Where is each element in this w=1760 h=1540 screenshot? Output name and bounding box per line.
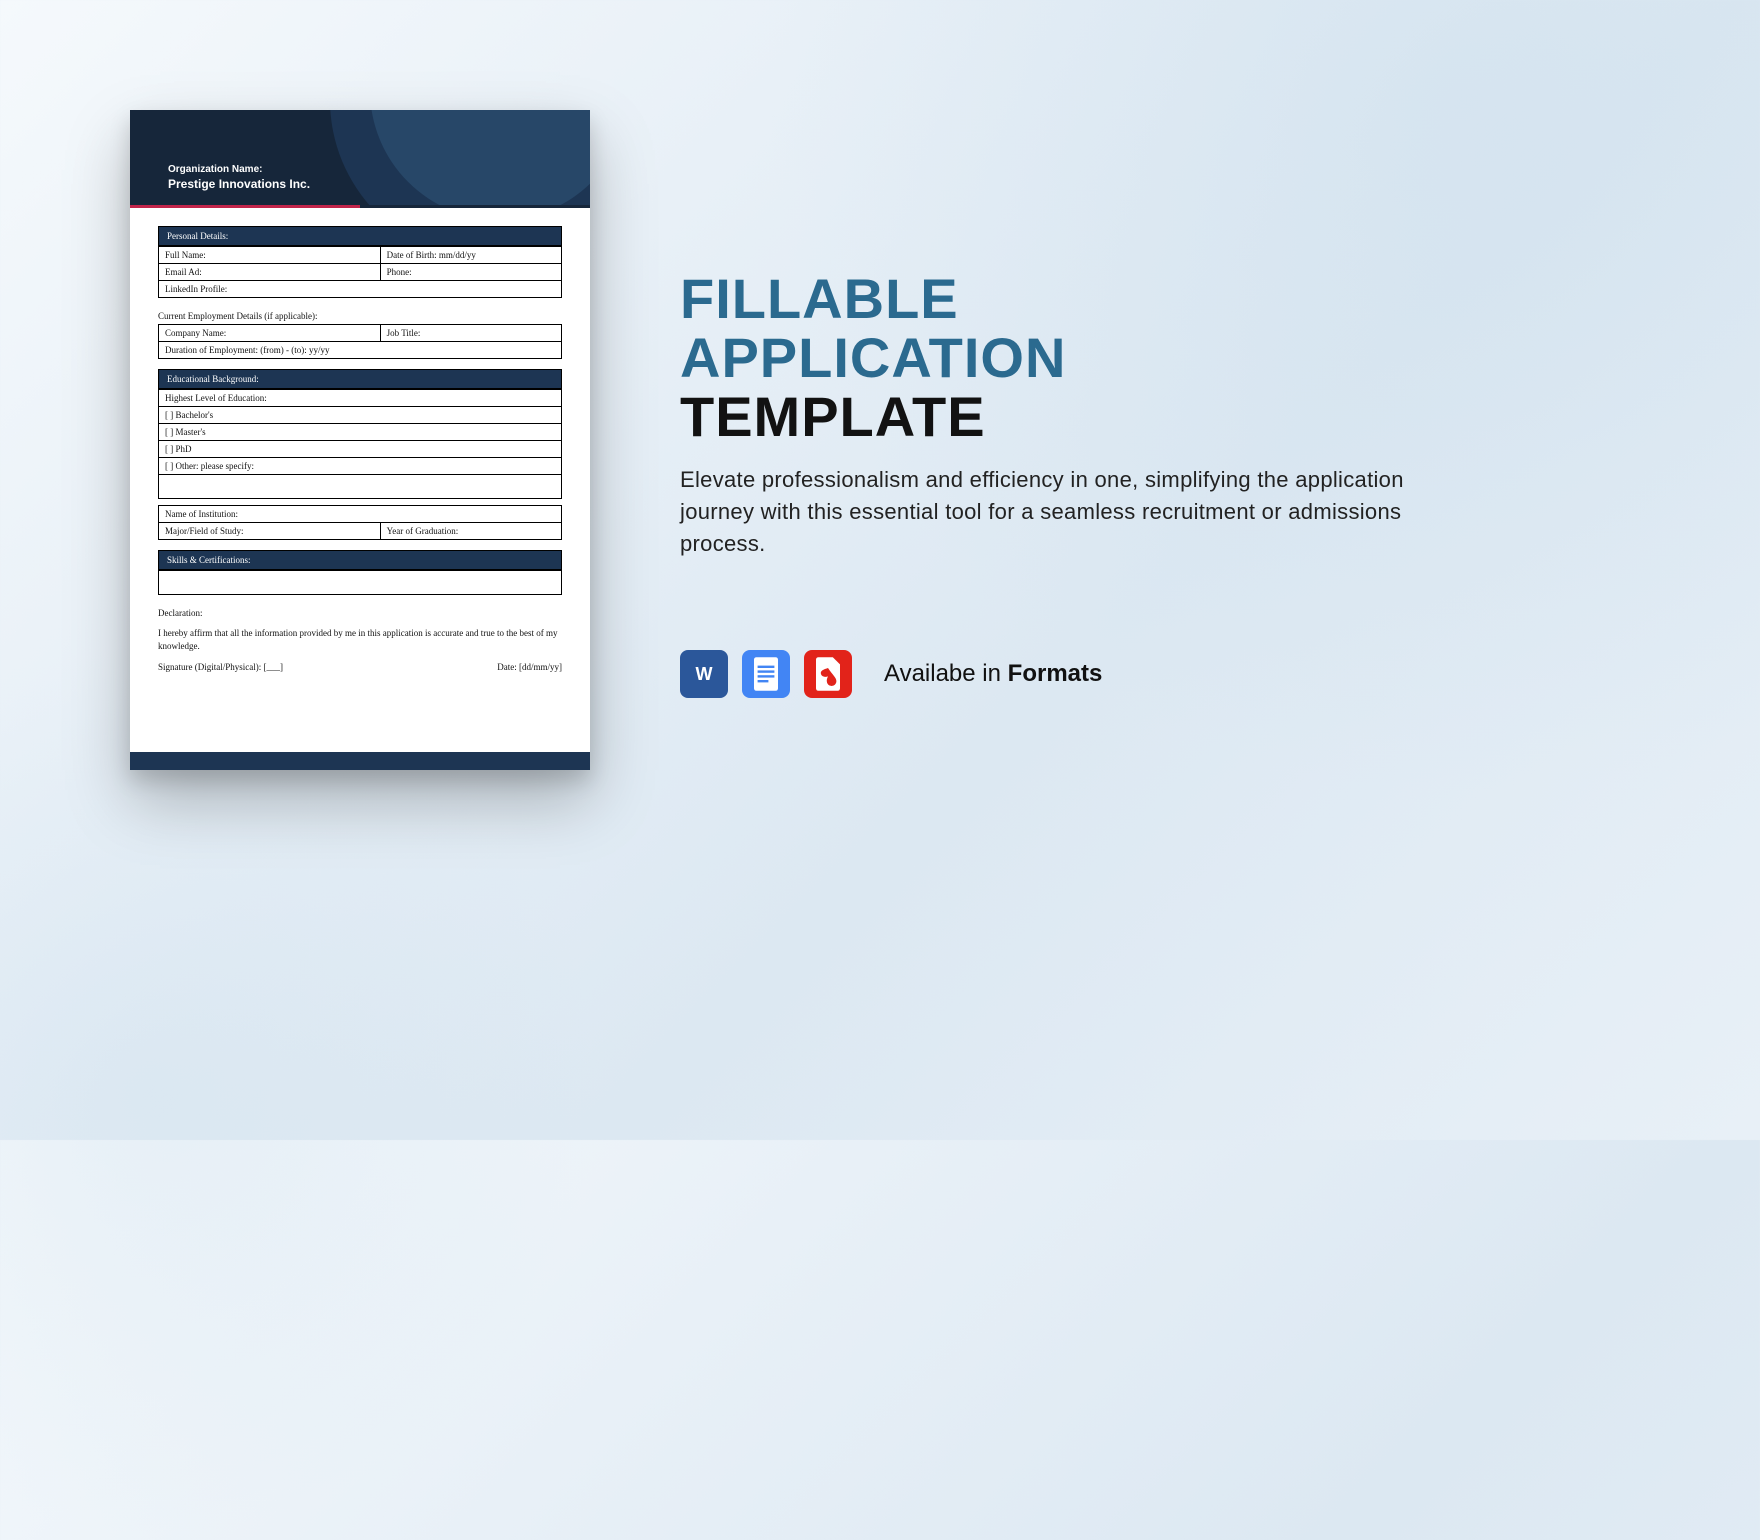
field-linkedin: LinkedIn Profile: <box>159 281 562 298</box>
employment-intro: Current Employment Details (if applicabl… <box>158 308 562 324</box>
field-full-name: Full Name: <box>159 247 381 264</box>
edu-blank-row <box>159 475 562 499</box>
section-header-skills: Skills & Certifications: <box>158 550 562 570</box>
date-field: Date: [dd/mm/yy] <box>497 662 562 672</box>
doc-header: Organization Name: Prestige Innovations … <box>130 110 590 205</box>
field-job-title: Job Title: <box>380 325 561 342</box>
section-header-education: Educational Background: <box>158 369 562 389</box>
formats-bold: Formats <box>1008 660 1103 687</box>
section-header-personal: Personal Details: <box>158 226 562 246</box>
employment-table: Company Name: Job Title: Duration of Emp… <box>158 324 562 359</box>
document-preview: Organization Name: Prestige Innovations … <box>130 110 590 770</box>
education-table: Highest Level of Education: [ ] Bachelor… <box>158 389 562 499</box>
personal-table: Full Name: Date of Birth: mm/dd/yy Email… <box>158 246 562 298</box>
skills-blank-row <box>159 571 562 595</box>
title-line-3: TEMPLATE <box>680 388 1480 447</box>
doc-footer-bar <box>130 752 590 770</box>
field-phone: Phone: <box>380 264 561 281</box>
org-label: Organization Name: <box>168 164 310 175</box>
pdf-icon <box>804 650 852 698</box>
declaration-label: Declaration: <box>158 605 562 621</box>
org-name: Prestige Innovations Inc. <box>168 177 310 191</box>
edu-option-master: [ ] Master's <box>159 424 562 441</box>
promo-panel: FILLABLE APPLICATION TEMPLATE Elevate pr… <box>680 270 1480 698</box>
edu-option-other: [ ] Other: please specify: <box>159 458 562 475</box>
title-line-1: FILLABLE <box>680 270 1480 329</box>
field-major: Major/Field of Study: <box>159 523 381 540</box>
education-details-table: Name of Institution: Major/Field of Stud… <box>158 505 562 540</box>
skills-table <box>158 570 562 595</box>
edu-option-phd: [ ] PhD <box>159 441 562 458</box>
edu-option-bachelor: [ ] Bachelor's <box>159 407 562 424</box>
formats-prefix: Availabe in <box>884 660 1008 687</box>
field-duration: Duration of Employment: (from) - (to): y… <box>159 342 562 359</box>
word-icon: W <box>680 650 728 698</box>
title-line-2: APPLICATION <box>680 329 1480 388</box>
promo-description: Elevate professionalism and efficiency i… <box>680 464 1440 560</box>
field-email: Email Ad: <box>159 264 381 281</box>
field-grad-year: Year of Graduation: <box>380 523 561 540</box>
formats-label: Availabe in Formats <box>884 660 1102 688</box>
field-company: Company Name: <box>159 325 381 342</box>
field-dob: Date of Birth: mm/dd/yy <box>380 247 561 264</box>
promo-title: FILLABLE APPLICATION TEMPLATE <box>680 270 1480 446</box>
declaration-text: I hereby affirm that all the information… <box>158 627 562 652</box>
formats-row: W Availabe in Formats <box>680 650 1480 698</box>
google-docs-icon <box>742 650 790 698</box>
field-institution: Name of Institution: <box>159 506 562 523</box>
signature-field: Signature (Digital/Physical): [___] <box>158 662 283 672</box>
field-highest-edu: Highest Level of Education: <box>159 390 562 407</box>
